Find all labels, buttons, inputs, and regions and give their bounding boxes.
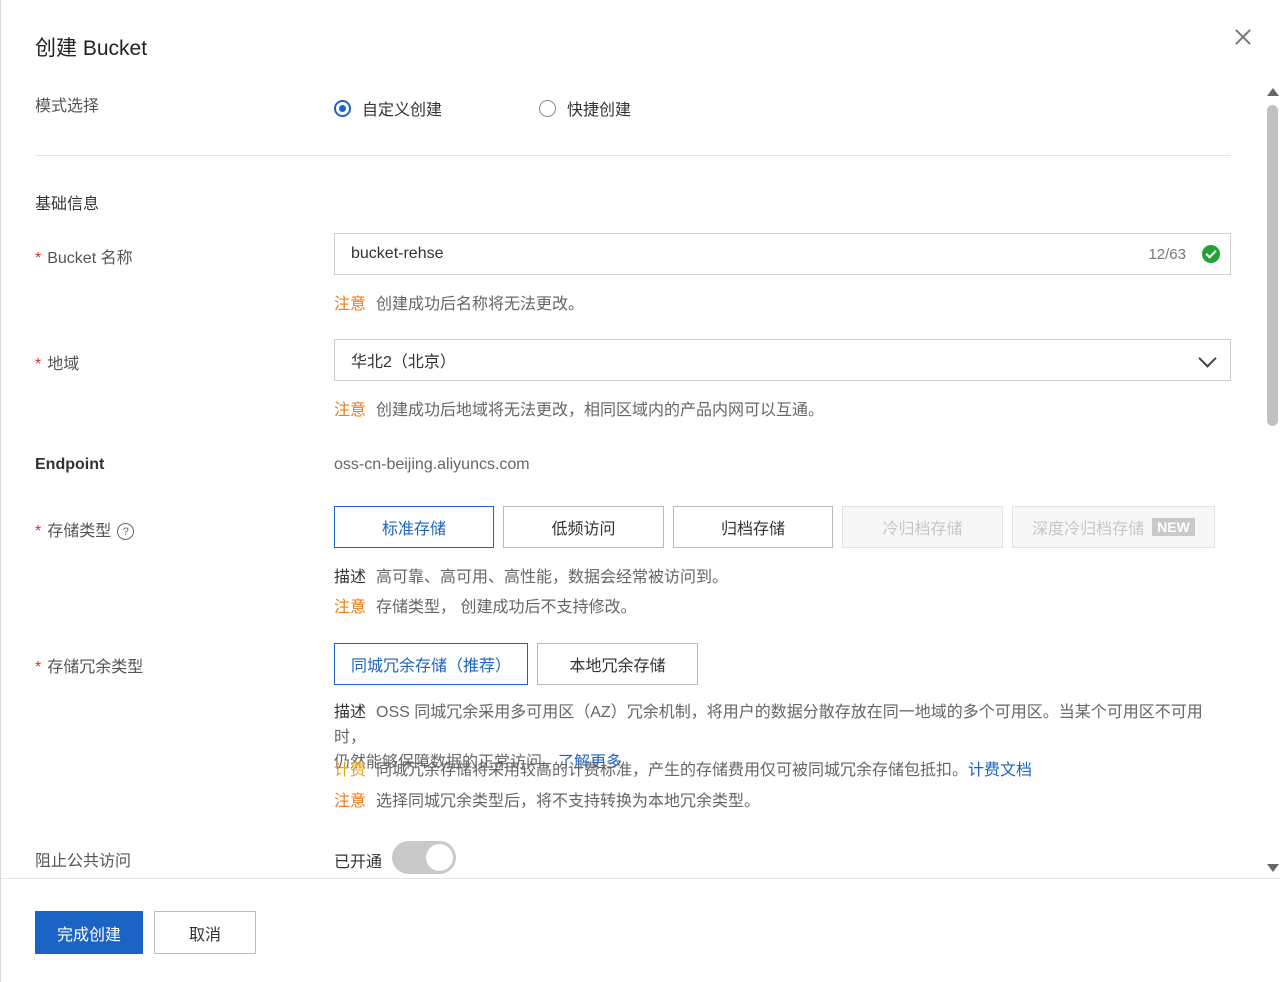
endpoint-value: oss-cn-beijing.aliyuncs.com <box>334 456 530 473</box>
scrollbar-thumb[interactable] <box>1267 105 1278 426</box>
required-mark: * <box>35 356 42 373</box>
storage-option-ia[interactable]: 低频访问 <box>503 506 664 548</box>
help-icon[interactable]: ? <box>117 523 135 541</box>
note-key: 注意 <box>334 793 367 810</box>
region-label-text: 地域 <box>47 356 80 373</box>
required-mark: * <box>35 523 42 540</box>
required-mark: * <box>35 659 42 676</box>
desc-key: 描述 <box>334 704 367 721</box>
mode-radio-quick[interactable]: 快捷创建 <box>539 96 631 120</box>
redundancy-option-zrs[interactable]: 同城冗余存储（推荐） <box>334 643 528 685</box>
region-value: 华北2（北京） <box>351 354 456 371</box>
region-note: 注意 创建成功后地域将无法更改，相同区域内的产品内网可以互通。 <box>334 396 824 420</box>
confirm-create-button[interactable]: 完成创建 <box>35 911 143 954</box>
section-divider <box>35 155 1231 156</box>
create-bucket-dialog: 创建 Bucket 模式选择 自定义创建 快捷创建 基础信息 * Bucket 名… <box>0 0 1280 982</box>
bucket-name-note: 注意 创建成功后名称将无法更改。 <box>334 290 584 314</box>
region-label: * 地域 <box>35 350 79 374</box>
storage-option-standard[interactable]: 标准存储 <box>334 506 494 548</box>
close-icon[interactable] <box>1231 25 1255 49</box>
chevron-down-icon <box>1198 349 1217 368</box>
mode-option-quick-label: 快捷创建 <box>567 102 632 119</box>
desc-key: 描述 <box>334 569 367 586</box>
storage-option-deep-cold-archive: 深度冷归档存储 NEW <box>1012 506 1215 548</box>
note-text: 选择同城冗余类型后，将不支持转换为本地冗余类型。 <box>376 793 761 810</box>
new-badge: NEW <box>1152 518 1195 536</box>
cancel-button[interactable]: 取消 <box>154 911 256 954</box>
note-key: 注意 <box>334 599 367 616</box>
note-text: 创建成功后名称将无法更改。 <box>376 296 585 313</box>
bucket-name-label-text: Bucket 名称 <box>47 250 133 267</box>
dialog-title: 创建 Bucket <box>35 37 148 60</box>
desc-text: 高可靠、高可用、高性能，数据会经常被访问到。 <box>376 569 729 586</box>
mode-option-custom-label: 自定义创建 <box>362 102 443 119</box>
scroll-up-arrow-icon[interactable] <box>1267 88 1279 96</box>
bucket-name-counter: 12/63 <box>1148 246 1186 263</box>
storage-class-note: 注意 存储类型， 创建成功后不支持修改。 <box>334 593 636 617</box>
storage-class-label: * 存储类型? <box>35 517 135 541</box>
billing-key: 计费 <box>334 762 367 779</box>
deep-cold-archive-label: 深度冷归档存储 <box>1032 521 1145 538</box>
note-text: 存储类型， 创建成功后不支持修改。 <box>376 599 637 616</box>
region-select[interactable]: 华北2（北京） <box>334 339 1231 381</box>
redundancy-note: 注意 选择同城冗余类型后，将不支持转换为本地冗余类型。 <box>334 787 760 811</box>
block-public-access-toggle[interactable] <box>392 841 456 874</box>
scroll-down-arrow-icon[interactable] <box>1267 864 1279 872</box>
storage-class-desc: 描述 高可靠、高可用、高性能，数据会经常被访问到。 <box>334 563 728 587</box>
bucket-name-label: * Bucket 名称 <box>35 244 133 268</box>
radio-unchecked-icon <box>539 99 556 117</box>
mode-label: 模式选择 <box>35 98 100 115</box>
footer-divider <box>1 878 1280 879</box>
note-text: 创建成功后地域将无法更改，相同区域内的产品内网可以互通。 <box>376 402 825 419</box>
note-key: 注意 <box>334 296 367 313</box>
billing-doc-link[interactable]: 计费文档 <box>968 762 1032 779</box>
billing-text: 同城冗余存储将采用较高的计费标准，产生的存储费用仅可被同城冗余存储包抵扣。 <box>376 762 969 779</box>
required-mark: * <box>35 250 42 267</box>
toggle-knob <box>426 844 453 871</box>
endpoint-label: Endpoint <box>35 456 105 473</box>
redundancy-option-lrs[interactable]: 本地冗余存储 <box>537 643 698 685</box>
redundancy-billing: 计费 同城冗余存储将采用较高的计费标准，产生的存储费用仅可被同城冗余存储包抵扣。计… <box>334 756 1032 780</box>
redundancy-label-text: 存储冗余类型 <box>47 659 144 676</box>
storage-class-label-text: 存储类型 <box>47 523 112 540</box>
block-public-access-status: 已开通 <box>334 854 383 871</box>
storage-option-cold-archive: 冷归档存储 <box>842 506 1003 548</box>
desc-text-line1: OSS 同城冗余采用多可用区（AZ）冗余机制，将用户的数据分散存放在同一地域的多… <box>334 704 1203 746</box>
radio-checked-icon <box>334 99 351 117</box>
mode-radio-custom[interactable]: 自定义创建 <box>334 96 442 120</box>
redundancy-label: * 存储冗余类型 <box>35 653 143 677</box>
bucket-name-value: bucket-rehse <box>351 245 444 262</box>
basic-section-heading: 基础信息 <box>35 196 100 213</box>
block-public-access-label: 阻止公共访问 <box>35 853 132 870</box>
bucket-name-input[interactable]: bucket-rehse 12/63 <box>334 233 1231 275</box>
storage-option-archive[interactable]: 归档存储 <box>673 506 833 548</box>
check-circle-icon <box>1202 245 1220 263</box>
note-key: 注意 <box>334 402 367 419</box>
